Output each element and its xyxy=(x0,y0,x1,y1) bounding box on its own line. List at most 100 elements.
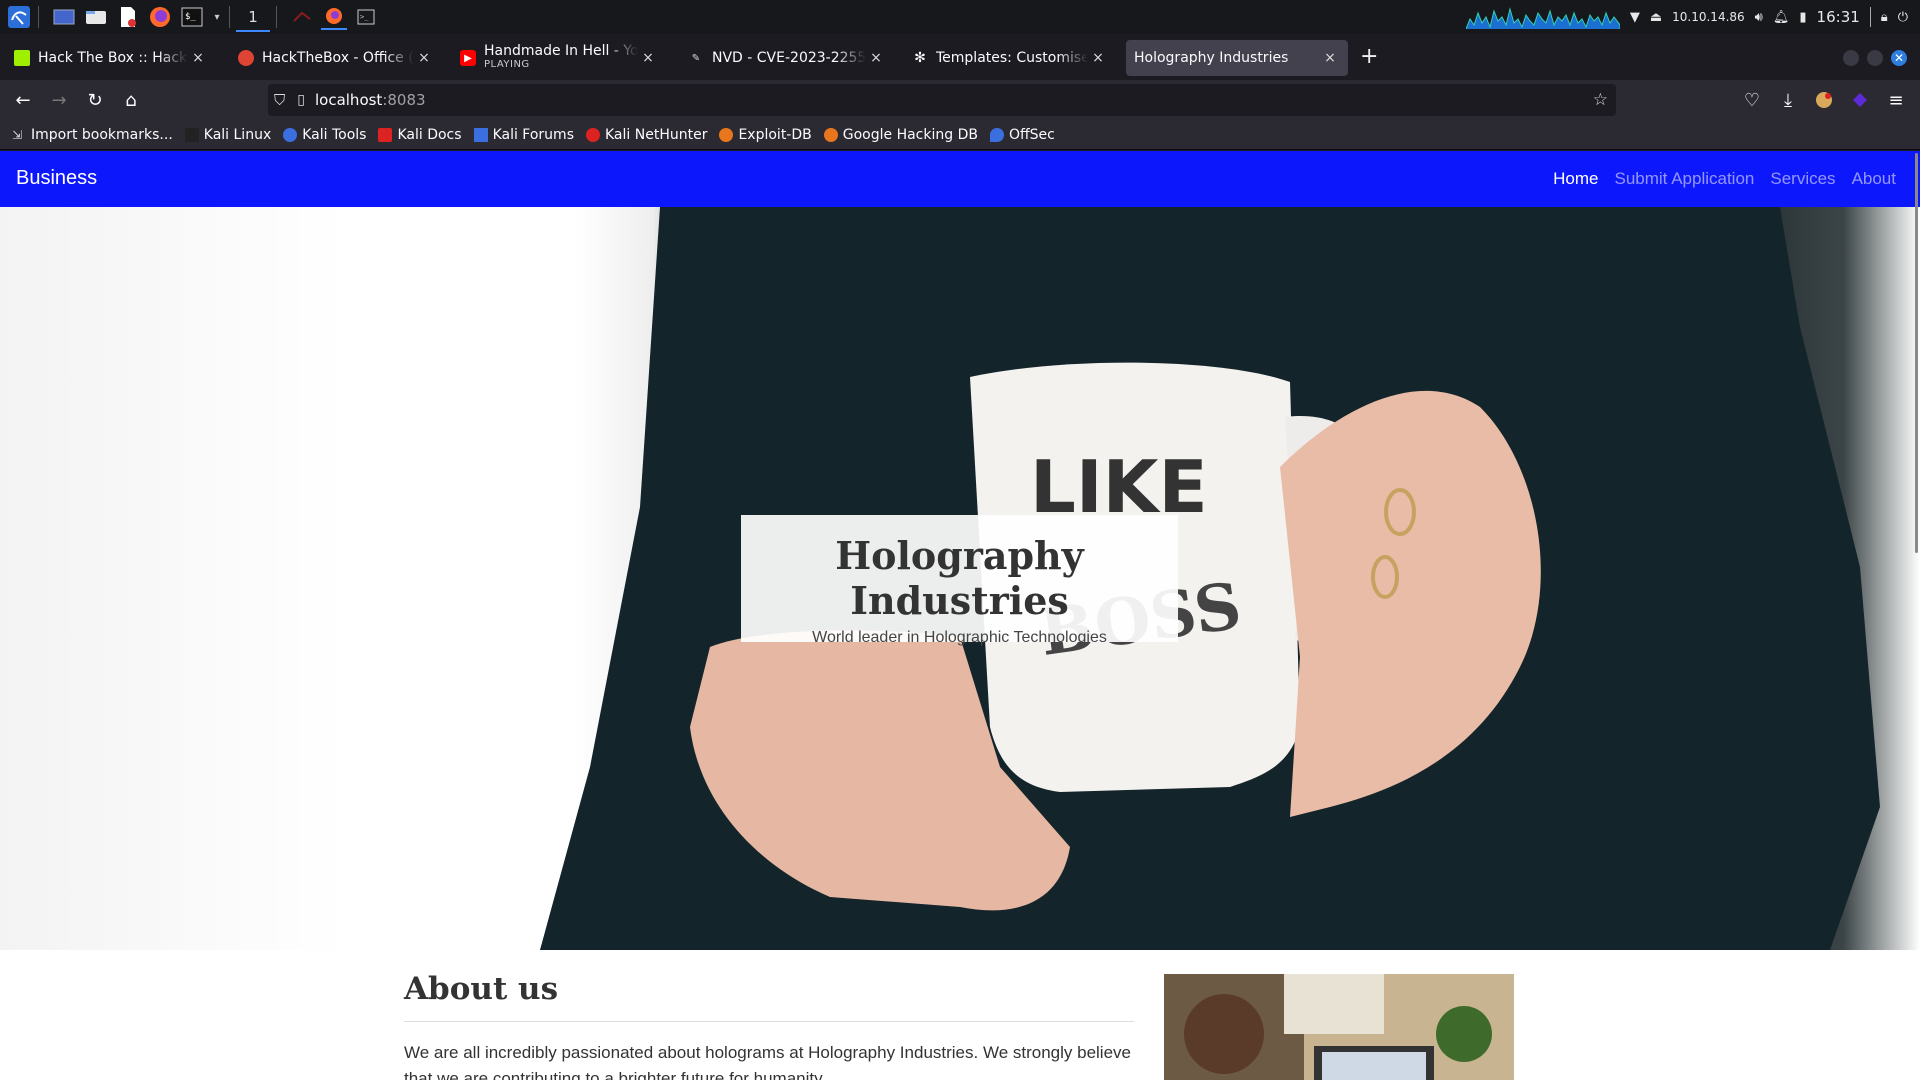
minimize-button[interactable] xyxy=(1843,50,1859,66)
close-icon[interactable]: × xyxy=(638,50,658,66)
url-text[interactable]: localhost:8083 xyxy=(315,91,426,109)
tab-title: Hack The Box :: Hack The Box xyxy=(38,50,188,66)
tab-hackthebox-office[interactable]: HackTheBox - Office (Hard) × xyxy=(230,40,442,76)
tab-title: HackTheBox - Office (Hard) xyxy=(262,50,414,66)
page-scrollbar[interactable] xyxy=(1915,153,1918,553)
bookmark-kali-tools[interactable]: Kali Tools xyxy=(283,127,366,143)
url-host: localhost xyxy=(314,91,383,109)
bookmark-exploit-db[interactable]: Exploit-DB xyxy=(719,126,812,143)
extension-icon[interactable] xyxy=(1810,86,1838,114)
joomla-favicon-icon: ✻ xyxy=(914,50,926,66)
bookmark-star-icon[interactable]: ☆ xyxy=(1593,90,1608,110)
ghdb-icon xyxy=(823,127,838,142)
pocket-icon[interactable]: ♡ xyxy=(1738,86,1766,114)
tab-youtube[interactable]: ▶ Handmade In Hell - YouTube PLAYING × xyxy=(452,40,666,76)
close-icon[interactable]: × xyxy=(1320,50,1340,66)
text-editor-icon[interactable] xyxy=(115,4,141,30)
workspace-indicator[interactable]: 1 xyxy=(236,2,270,32)
bookmark-import[interactable]: ⇲ Import bookmarks... xyxy=(12,127,173,143)
terminal-icon[interactable]: $_ xyxy=(179,4,205,30)
hackthebox-favicon-icon xyxy=(238,50,254,66)
tab-hackthebox[interactable]: Hack The Box :: Hack The Box × xyxy=(6,40,216,76)
site-nav-links: Home Submit Application Services About xyxy=(1553,169,1896,189)
youtube-favicon-icon: ▶ xyxy=(460,50,476,66)
bookmark-label: Import bookmarks... xyxy=(31,126,173,143)
nethunter-icon xyxy=(586,127,600,142)
notification-bell-icon[interactable]: 🔔︎ xyxy=(1773,10,1790,25)
kali-forums-icon xyxy=(473,127,488,142)
bookmark-kali-forums[interactable]: Kali Forums xyxy=(473,126,574,143)
nav-link-about[interactable]: About xyxy=(1852,169,1896,189)
extension-icon[interactable] xyxy=(1846,86,1874,114)
power-icon[interactable]: ⏻ xyxy=(1898,10,1908,25)
close-icon[interactable]: × xyxy=(1088,50,1108,66)
site-brand[interactable]: Business xyxy=(16,167,97,190)
close-icon[interactable]: × xyxy=(188,50,208,66)
nvd-favicon-icon: ✎ xyxy=(691,52,701,64)
page-icon[interactable]: ▯ xyxy=(297,92,305,108)
nav-link-submit-application[interactable]: Submit Application xyxy=(1615,169,1755,189)
tab-playing-label: PLAYING xyxy=(484,59,530,70)
taskbar-separator xyxy=(38,6,39,28)
bookmark-kali-linux[interactable]: Kali Linux xyxy=(184,127,271,143)
tab-title: Handmade In Hell - YouTube PLAYING xyxy=(484,44,638,72)
close-icon[interactable]: × xyxy=(866,50,886,66)
lock-icon[interactable]: 🔒︎ xyxy=(1881,10,1888,25)
exploit-db-icon xyxy=(719,127,734,142)
hamburger-menu-icon[interactable]: ≡ xyxy=(1882,86,1910,114)
volume-icon[interactable]: 🔊︎ xyxy=(1755,10,1763,25)
about-section: About us We are all incredibly passionat… xyxy=(404,971,1134,1080)
url-port: :8083 xyxy=(382,91,426,109)
about-photo xyxy=(1164,974,1514,1080)
nav-link-home[interactable]: Home xyxy=(1553,169,1598,189)
firefox-icon[interactable] xyxy=(147,4,173,30)
bookmark-label: OffSec xyxy=(1008,126,1055,143)
battery-icon: ▮ xyxy=(1799,9,1807,25)
downloads-icon[interactable]: ⤓ xyxy=(1774,86,1802,114)
maximize-button[interactable] xyxy=(1867,50,1883,66)
bookmark-label: Kali NetHunter xyxy=(605,126,708,143)
taskbar-separator xyxy=(276,6,277,28)
desktop-icon[interactable] xyxy=(51,4,77,30)
back-arrow-icon[interactable]: ← xyxy=(9,86,37,114)
bookmark-label: Exploit-DB xyxy=(738,126,812,143)
tab-title: Holography Industries xyxy=(1134,50,1289,66)
window-icon-firefox[interactable] xyxy=(321,4,347,30)
tab-joomla-templates[interactable]: ✻ Templates: Customise (Cassiopeia) × xyxy=(904,40,1116,76)
bookmark-kali-docs[interactable]: Kali Docs xyxy=(378,127,462,143)
tab-title-text: Handmade In Hell - YouTube xyxy=(484,44,638,59)
close-icon[interactable]: × xyxy=(414,50,434,66)
nav-link-services[interactable]: Services xyxy=(1770,169,1835,189)
about-text: We are all incredibly passionated about … xyxy=(404,1043,1131,1080)
chevron-down-icon[interactable]: ▾ xyxy=(211,4,223,30)
browser-tab-strip: Hack The Box :: Hack The Box × HackTheBo… xyxy=(0,34,1920,80)
bookmark-kali-nethunter[interactable]: Kali NetHunter xyxy=(586,127,707,143)
hackthebox-favicon-icon xyxy=(14,50,30,66)
bookmarks-toolbar: ⇲ Import bookmarks... Kali Linux Kali Too… xyxy=(0,120,1920,150)
new-tab-button[interactable]: + xyxy=(1360,46,1378,68)
files-icon[interactable] xyxy=(83,4,109,30)
bookmark-google-hacking-db[interactable]: Google Hacking DB xyxy=(823,127,978,143)
home-icon[interactable]: ⌂ xyxy=(117,86,145,114)
clock[interactable]: 16:31 xyxy=(1817,8,1860,26)
tab-holography-industries[interactable]: Holography Industries × xyxy=(1126,40,1348,76)
taskbar-separator xyxy=(1869,7,1871,27)
shield-icon[interactable]: ⛉ xyxy=(274,91,285,109)
tab-nvd[interactable]: ✎ NVD - CVE-2023-2255 × xyxy=(680,40,894,76)
vpn-icon: ⏏ xyxy=(1649,9,1663,25)
bookmark-label: Kali Forums xyxy=(492,126,574,143)
url-bar[interactable]: ⛉ ▯ localhost:8083 ☆ xyxy=(268,84,1616,116)
window-icon-kali[interactable] xyxy=(289,4,315,30)
window-icon-terminal[interactable]: >_ xyxy=(353,4,379,30)
close-window-button[interactable]: ✕ xyxy=(1891,50,1907,66)
about-heading: About us xyxy=(404,971,1134,1022)
forward-arrow-icon[interactable]: → xyxy=(45,86,73,114)
reload-icon[interactable]: ↻ xyxy=(81,86,109,114)
svg-text:$_: $_ xyxy=(185,12,196,22)
wifi-icon[interactable]: ▼ xyxy=(1630,10,1640,25)
bookmark-offsec[interactable]: OffSec xyxy=(989,126,1055,143)
taskbar-separator xyxy=(229,6,230,28)
import-icon: ⇲ xyxy=(12,127,23,142)
kali-menu-icon[interactable] xyxy=(6,4,32,30)
browser-navigation-bar: ← → ↻ ⌂ ⛉ ▯ localhost:8083 ☆ ♡ ⤓ ≡ xyxy=(0,80,1920,120)
